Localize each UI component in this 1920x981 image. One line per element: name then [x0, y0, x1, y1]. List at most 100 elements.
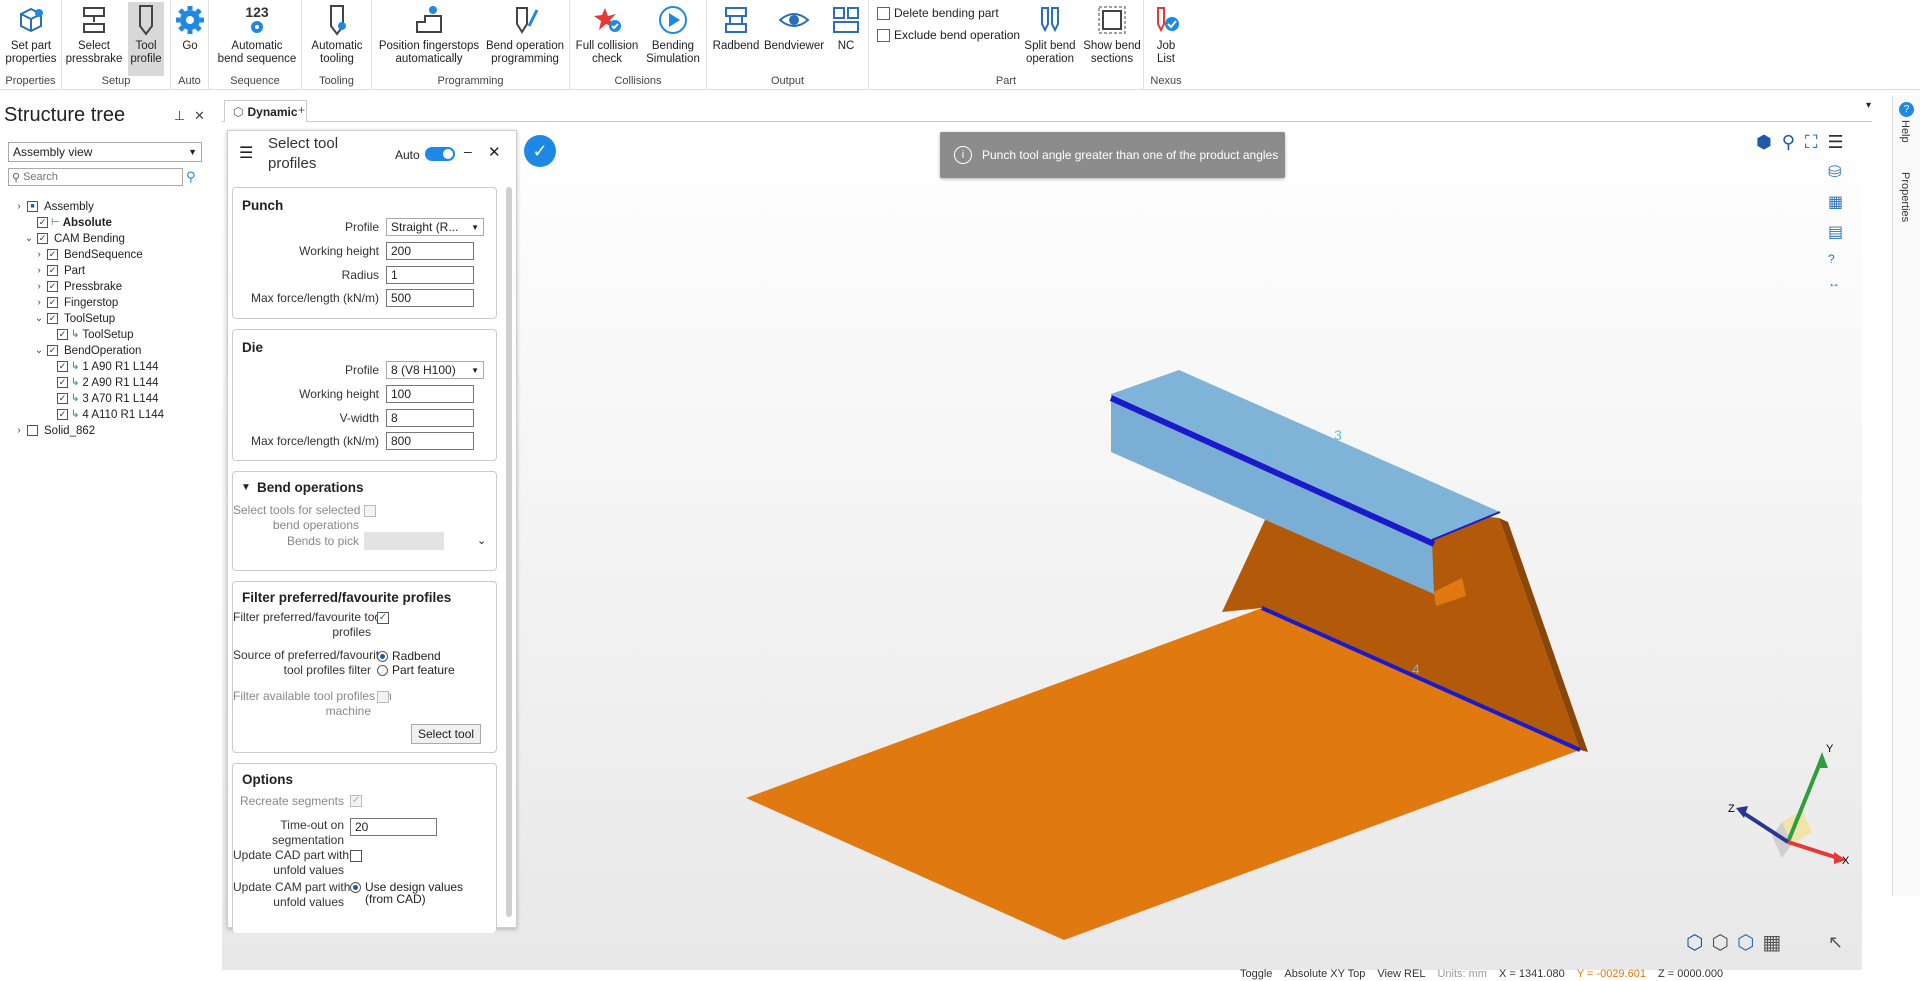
radbend-radio[interactable]: Radbend — [377, 649, 441, 663]
view-cube-icon[interactable]: ⬢ — [1756, 132, 1772, 153]
tree-item[interactable]: ✓ ↳ ToolSetup — [44, 327, 134, 342]
punch-max-force-field[interactable]: 500 — [386, 289, 474, 307]
hamburger-icon[interactable]: ☰ — [239, 143, 253, 163]
expand-toggle-icon[interactable]: ⌄ — [34, 313, 44, 324]
bends-to-pick-field[interactable] — [364, 532, 444, 550]
expand-toggle-icon[interactable]: › — [34, 249, 44, 260]
pin-icon[interactable]: ⊥ — [174, 108, 185, 124]
collapse-triangle-icon[interactable]: ▼ — [241, 482, 251, 493]
nc-button[interactable]: NC — [829, 2, 863, 53]
tree-item[interactable]: ✓ ↳ 1 A90 R1 L144 — [44, 359, 158, 374]
tree-checkbox[interactable] — [27, 425, 38, 436]
add-tab-button[interactable]: + — [298, 103, 305, 117]
close-dialog-icon[interactable]: ✕ — [488, 143, 501, 161]
part-feature-radio[interactable]: Part feature — [377, 663, 455, 677]
tree-item[interactable]: › ✓ Part — [34, 263, 85, 278]
tree-item[interactable]: ✓ ↳ 2 A90 R1 L144 — [44, 375, 158, 390]
tree-item[interactable]: ⌄ ✓ ToolSetup — [34, 311, 115, 326]
tree-item[interactable]: ⌄ ✓ BendOperation — [34, 343, 142, 358]
auto-toggle[interactable] — [425, 147, 455, 161]
tree-item[interactable]: › ✓ Pressbrake — [34, 279, 122, 294]
die-profile-select[interactable]: 8 (V8 H100) ▼ — [386, 361, 484, 379]
select-pressbrake-button[interactable]: Select pressbrake — [66, 2, 122, 66]
tree-item[interactable]: › ✓ Fingerstop — [34, 295, 118, 310]
tab-dynamic[interactable]: ⬡ Dynamic — [224, 100, 307, 122]
automatic-tooling-button[interactable]: Automatic tooling — [308, 2, 366, 66]
tree-item[interactable]: › ✓ BendSequence — [34, 247, 142, 262]
tree-item[interactable]: › ■ Assembly — [14, 199, 94, 214]
die-max-force-field[interactable]: 800 — [386, 432, 474, 450]
tree-checkbox[interactable]: ✓ — [57, 393, 68, 404]
go-button[interactable]: Go — [173, 2, 207, 53]
tree-item[interactable]: ⌄ ✓ CAM Bending — [24, 231, 125, 246]
layers-icon[interactable]: ▦ — [1828, 192, 1843, 212]
radbend-button[interactable]: Radbend — [711, 2, 761, 53]
menu-icon[interactable]: ☰ — [1828, 132, 1844, 153]
timeout-field[interactable]: 20 — [350, 818, 437, 836]
zoom-icon[interactable]: ⚲ — [1782, 132, 1795, 153]
expand-toggle-icon[interactable]: ⌄ — [24, 233, 34, 244]
expand-toggle-icon[interactable]: ⌄ — [34, 345, 44, 356]
view-select[interactable]: Assembly view ▼ — [8, 142, 202, 162]
tool-profile-button[interactable]: Tool profile — [128, 2, 164, 76]
dialog-scrollbar[interactable] — [506, 187, 512, 917]
punch-profile-select[interactable]: Straight (R... ▼ — [386, 218, 484, 236]
expand-toggle-icon[interactable]: › — [34, 265, 44, 276]
filter-icon[interactable]: ⚲ — [186, 169, 196, 185]
recreate-segments-checkbox[interactable]: ✓ — [350, 795, 362, 807]
punch-radius-field[interactable]: 1 — [386, 266, 474, 284]
shaded-mode-icon[interactable]: ⬡ — [1686, 930, 1703, 955]
status-view-ref[interactable]: View REL — [1377, 968, 1425, 981]
show-bend-sections-button[interactable]: Show bend sections — [1082, 2, 1142, 66]
database-icon[interactable]: ⛁ — [1828, 162, 1843, 182]
properties-tab[interactable]: Properties — [1899, 172, 1911, 222]
chevron-down-icon[interactable]: ⌄ — [477, 534, 486, 547]
help-tab[interactable]: Help — [1899, 120, 1911, 143]
tree-checkbox[interactable]: ✓ — [47, 249, 58, 260]
exclude-bend-operation-button[interactable]: Exclude bend operation — [877, 28, 1020, 42]
delete-bending-part-button[interactable]: Delete bending part — [877, 6, 999, 20]
expand-toggle-icon[interactable]: › — [14, 425, 24, 436]
set-part-properties-button[interactable]: Set part properties — [3, 2, 59, 66]
tree-checkbox[interactable]: ✓ — [37, 217, 48, 228]
select-tools-for-bends-checkbox[interactable] — [364, 505, 376, 517]
tree-checkbox[interactable]: ✓ — [57, 377, 68, 388]
transparent-icon[interactable]: ⬡ — [1737, 930, 1754, 955]
wireframe-icon[interactable]: ⬡ — [1711, 930, 1728, 955]
fit-view-icon[interactable]: ⛶ — [1805, 132, 1818, 153]
bendviewer-button[interactable]: Bendviewer — [763, 2, 825, 53]
minimize-icon[interactable]: – — [464, 143, 472, 159]
position-fingerstops-button[interactable]: Position fingerstops automatically — [376, 2, 482, 66]
tree-item[interactable]: ✓ ↳ 4 A110 R1 L144 — [44, 407, 164, 422]
tree-search-input[interactable] — [23, 171, 174, 183]
close-panel-icon[interactable]: ✕ — [194, 108, 205, 124]
job-list-button[interactable]: Job List — [1148, 2, 1184, 66]
die-working-height-field[interactable]: 100 — [386, 385, 474, 403]
tree-checkbox[interactable]: ✓ — [57, 329, 68, 340]
tree-checkbox[interactable]: ✓ — [47, 297, 58, 308]
update-cad-checkbox[interactable] — [350, 850, 362, 862]
die-v-width-field[interactable]: 8 — [386, 409, 474, 427]
tree-item[interactable]: › Solid_862 — [14, 423, 95, 438]
tree-item[interactable]: ✓ ↳ 3 A70 R1 L144 — [44, 391, 158, 406]
select-tool-button[interactable]: Select tool — [411, 724, 482, 744]
tree-checkbox[interactable]: ■ — [27, 201, 38, 212]
automatic-bend-sequence-button[interactable]: 123 Automatic bend sequence — [218, 2, 297, 66]
tree-checkbox[interactable]: ✓ — [37, 233, 48, 244]
tree-search-field[interactable]: ⚲ — [8, 168, 183, 186]
tree-checkbox[interactable]: ✓ — [47, 313, 58, 324]
section-view-icon[interactable]: ▤ — [1828, 222, 1843, 242]
use-design-values-radio[interactable]: Use design values (from CAD) — [350, 881, 463, 905]
tree-item[interactable]: ✓ ⊢ Absolute — [24, 215, 112, 230]
full-collision-check-button[interactable]: Full collision check — [574, 2, 640, 66]
bending-simulation-button[interactable]: Bending Simulation — [642, 2, 704, 66]
expand-toggle-icon[interactable]: › — [34, 281, 44, 292]
measure-icon[interactable]: ↔ — [1828, 276, 1843, 290]
split-bend-operation-button[interactable]: Split bend operation — [1020, 2, 1080, 66]
expand-toggle-icon[interactable]: › — [14, 201, 24, 212]
multi-view-icon[interactable]: ▦ — [1762, 930, 1781, 955]
tree-checkbox[interactable]: ✓ — [57, 361, 68, 372]
bend-operation-programming-button[interactable]: Bend operation programming — [484, 2, 566, 66]
tree-checkbox[interactable]: ✓ — [47, 265, 58, 276]
status-view-plane[interactable]: Absolute XY Top — [1284, 968, 1365, 981]
